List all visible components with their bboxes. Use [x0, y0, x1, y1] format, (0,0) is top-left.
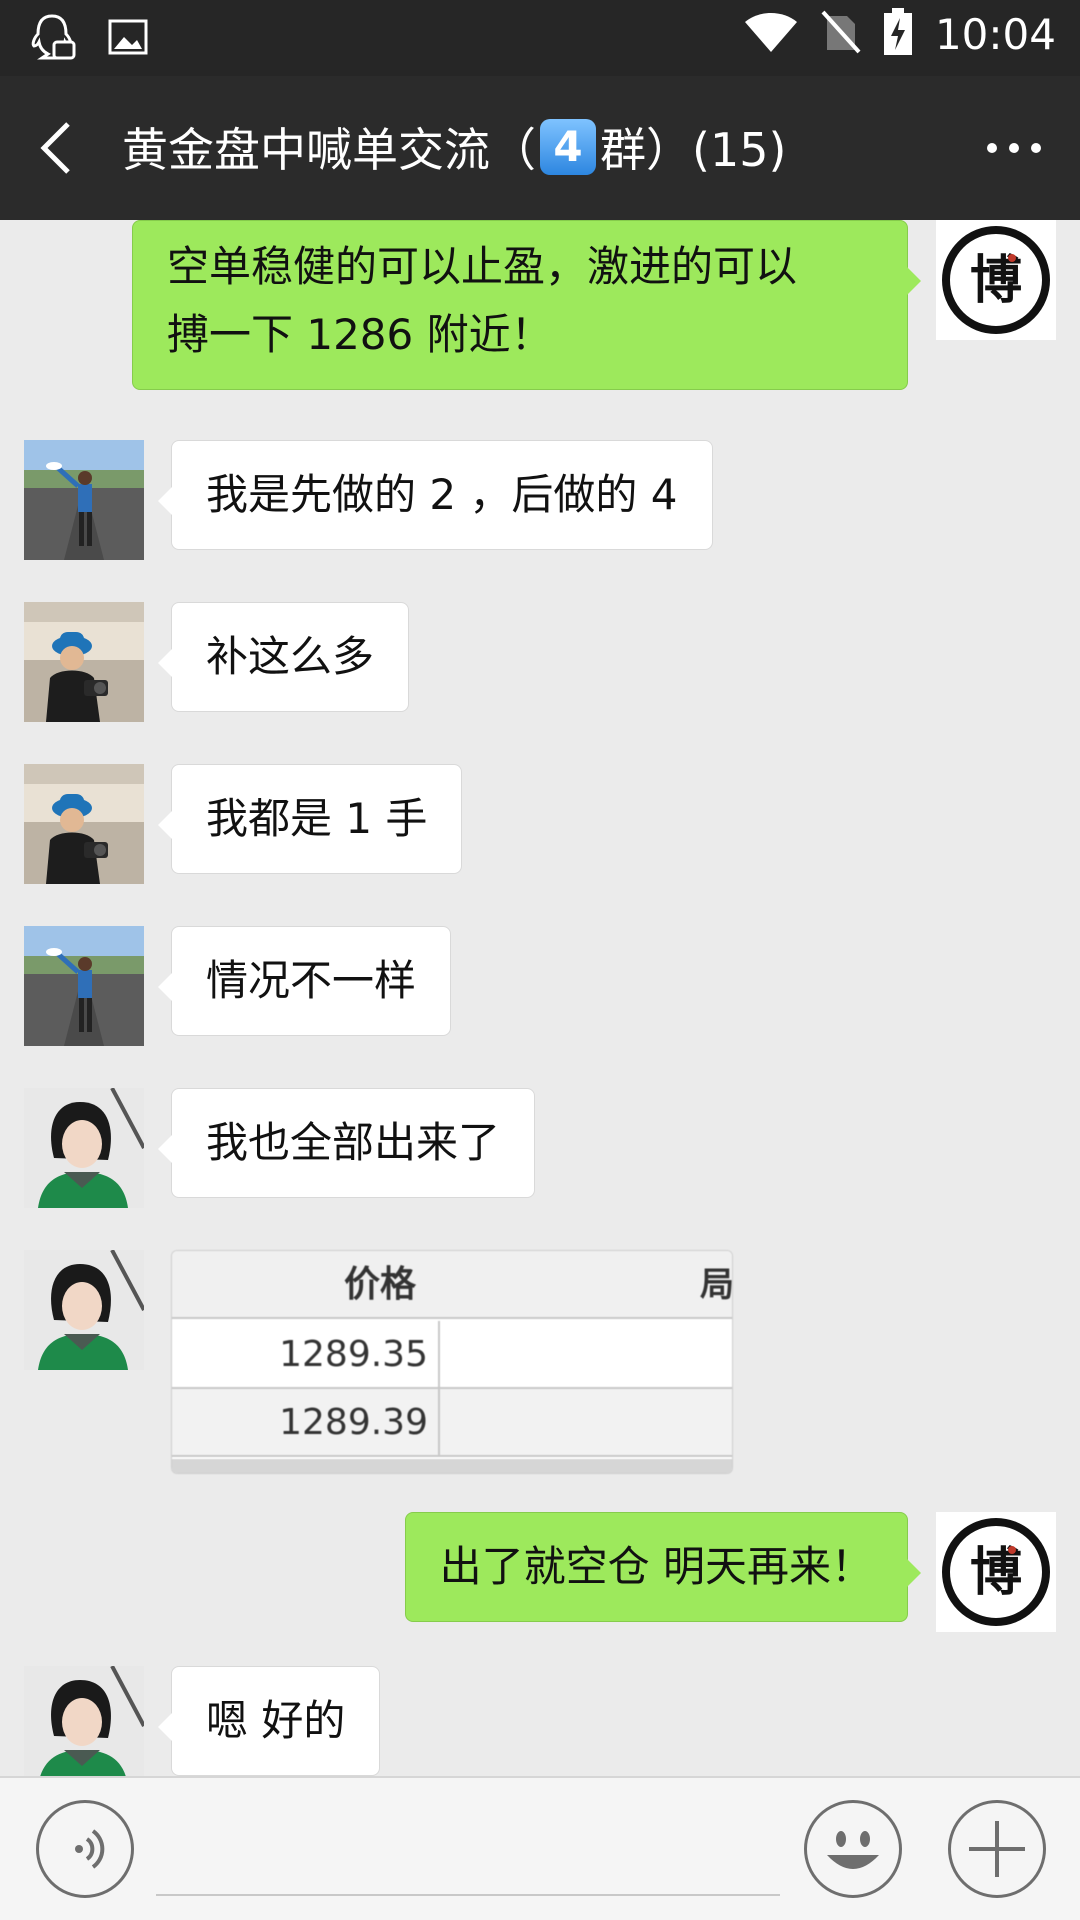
status-bar: 10:04	[0, 0, 1080, 76]
message-bubble-incoming[interactable]: 嗯 好的	[157, 1666, 381, 1776]
no-sim-icon	[821, 10, 861, 58]
chat-message-list[interactable]: 空单稳健的可以止盈，激进的可以 搏一下 1286 附近！ 博 我是先做的 2 ，…	[0, 220, 1080, 1776]
table-header-cell: 价格	[343, 1264, 416, 1305]
voice-icon[interactable]	[36, 1800, 134, 1898]
table-cell: 1289.39	[172, 1389, 440, 1455]
message-bubble-incoming[interactable]: 我都是 1 手	[157, 764, 463, 874]
chat-title-prefix: 黄金盘中喊单交流（	[122, 123, 536, 177]
chat-header: 黄金盘中喊单交流（ 4 群）(15)	[0, 76, 1080, 220]
input-bar	[0, 1776, 1080, 1920]
table-header-row: 价格 局	[172, 1251, 733, 1319]
chat-title: 黄金盘中喊单交流（ 4 群）(15)	[122, 114, 786, 180]
message-bubble-incoming[interactable]: 我也全部出来了	[157, 1088, 536, 1198]
table-header-cell: 局	[700, 1265, 733, 1305]
image-bottom-strip	[172, 1459, 732, 1473]
avatar-woman-green-jacket[interactable]	[24, 1250, 144, 1370]
more-dots-icon[interactable]	[986, 138, 1042, 158]
message-input[interactable]	[156, 1894, 780, 1896]
battery-charging-icon	[883, 8, 913, 60]
message-bubble-incoming[interactable]: 补这么多	[157, 602, 410, 712]
avatar-self[interactable]: 博	[936, 1512, 1056, 1632]
table-cell: 1289.35	[172, 1321, 440, 1387]
avatar-self[interactable]: 博	[936, 220, 1056, 340]
message-text-line: 空单稳健的可以止盈，激进的可以	[167, 242, 798, 291]
avatar-woman-blue-hat[interactable]	[24, 764, 144, 884]
avatar-woman-green-jacket[interactable]	[24, 1088, 144, 1208]
table-row: 1289.39	[172, 1389, 732, 1457]
back-arrow-icon[interactable]	[36, 116, 86, 180]
group-number-badge: 4	[540, 119, 596, 175]
message-bubble-incoming[interactable]: 我是先做的 2 ，后做的 4	[158, 440, 713, 550]
wifi-icon	[743, 10, 799, 58]
avatar-woman-blue-hat[interactable]	[24, 602, 144, 722]
message-bubble-incoming[interactable]: 情况不一样	[157, 926, 452, 1036]
message-bubble-outgoing[interactable]: 出了就空仓 明天再来！	[404, 1512, 922, 1622]
image-notification-icon	[108, 19, 148, 59]
message-text-line: 搏一下 1286 附近！	[167, 310, 553, 359]
image-message[interactable]: 价格 局 1289.35 1289.39	[171, 1250, 733, 1474]
qq-notification-icon	[28, 12, 76, 66]
table-row: 1289.35	[172, 1321, 732, 1389]
message-bubble-outgoing[interactable]: 空单稳健的可以止盈，激进的可以 搏一下 1286 附近！	[132, 220, 921, 390]
plus-icon[interactable]	[948, 1800, 1046, 1898]
avatar-man-on-road[interactable]	[24, 440, 144, 560]
emoji-icon[interactable]	[804, 1800, 902, 1898]
status-time: 10:04	[934, 9, 1056, 59]
avatar-woman-green-jacket[interactable]	[24, 1666, 144, 1776]
avatar-man-on-road[interactable]	[24, 926, 144, 1046]
chat-title-suffix: 群）(15)	[600, 123, 787, 177]
